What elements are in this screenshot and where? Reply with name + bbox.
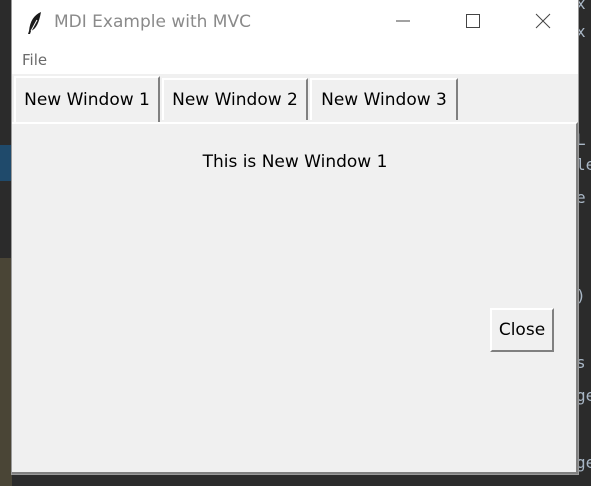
window-title: MDI Example with MVC xyxy=(54,12,251,32)
tab-new-window-3[interactable]: New Window 3 xyxy=(310,78,458,120)
tab-bar: New Window 1 New Window 2 New Window 3 xyxy=(12,74,578,124)
background-code-line: L xyxy=(576,130,586,149)
background-code-line: x xyxy=(576,0,586,13)
minimize-button[interactable] xyxy=(368,0,438,46)
background-code-line: x xyxy=(576,22,586,41)
close-icon xyxy=(535,13,551,33)
title-bar[interactable]: MDI Example with MVC xyxy=(12,0,578,46)
tab-new-window-2[interactable]: New Window 2 xyxy=(162,78,308,120)
background-code-column xyxy=(578,0,591,486)
content-label: This is New Window 1 xyxy=(202,152,388,172)
app-window: MDI Example with MVC File New Window 1 N… xyxy=(12,0,578,474)
tab-content-panel: This is New Window 1 Close xyxy=(12,122,578,474)
background-code-line: e xyxy=(576,188,586,207)
background-code-line: le xyxy=(576,155,591,174)
maximize-button[interactable] xyxy=(438,0,508,46)
feather-icon xyxy=(26,11,44,35)
background-stripe xyxy=(0,145,12,181)
menu-file[interactable]: File xyxy=(22,51,47,69)
background-block xyxy=(0,258,12,486)
maximize-icon xyxy=(465,13,481,33)
minimize-icon xyxy=(395,13,411,33)
close-button[interactable]: Close xyxy=(490,308,554,352)
background-code-line: ) xyxy=(576,286,586,305)
background-code-line: s xyxy=(576,353,586,372)
background-code-line: ge xyxy=(576,453,591,472)
menu-bar: File xyxy=(12,46,578,74)
tab-new-window-1[interactable]: New Window 1 xyxy=(14,76,160,122)
background-code-line: ge xyxy=(576,386,591,405)
close-window-button[interactable] xyxy=(508,0,578,46)
